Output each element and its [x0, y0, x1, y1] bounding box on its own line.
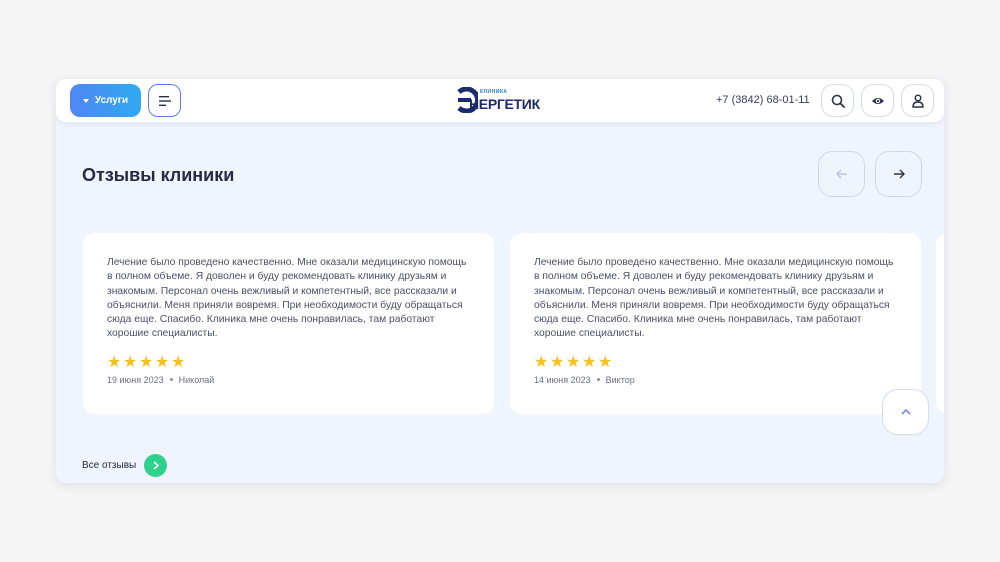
all-reviews-label: Все отзывы	[82, 460, 137, 471]
star-icon: ★	[123, 353, 138, 371]
star-icon: ★	[566, 353, 581, 371]
services-button[interactable]: Услуги	[70, 84, 141, 117]
review-date: 14 июня 2023	[534, 374, 591, 385]
header: Услуги КЛИНИКА НЕРГЕТИК +7 (3842) 68-01-…	[56, 79, 944, 122]
services-label: Услуги	[94, 95, 129, 106]
star-icon: ★	[582, 353, 597, 371]
star-icon: ★	[155, 353, 170, 371]
search-icon	[831, 94, 845, 108]
separator-dot	[169, 378, 173, 382]
rating-stars: ★ ★ ★ ★ ★	[107, 353, 470, 371]
review-meta: 19 июня 2023 Николай	[107, 375, 470, 385]
review-card: Лечение было проведено качественно. Мне …	[83, 233, 494, 414]
accessibility-button[interactable]	[861, 84, 894, 117]
review-card-partial	[936, 233, 944, 414]
logo-big-text: НЕРГЕТИК	[469, 96, 540, 112]
section-title: Отзывы клиники	[82, 165, 235, 185]
arrow-left-icon	[835, 169, 847, 179]
eye-icon	[871, 97, 884, 104]
menu-button[interactable]	[148, 84, 181, 117]
prev-slide-button[interactable]	[818, 151, 865, 197]
review-date: 19 июня 2023	[107, 374, 164, 385]
user-icon	[911, 94, 924, 108]
review-card: Лечение было проведено качественно. Мне …	[510, 233, 921, 414]
review-author: Николай	[178, 374, 215, 385]
star-icon: ★	[139, 353, 154, 371]
star-icon: ★	[534, 353, 549, 371]
profile-button[interactable]	[901, 84, 934, 117]
star-icon: ★	[550, 353, 565, 371]
arrow-right-icon	[893, 169, 905, 179]
next-slide-button[interactable]	[875, 151, 922, 197]
review-meta: 14 июня 2023 Виктор	[534, 375, 897, 385]
chevron-up-icon	[901, 409, 910, 415]
phone-number[interactable]: +7 (3842) 68-01-11	[716, 94, 810, 106]
scroll-to-top-button[interactable]	[882, 389, 929, 435]
all-reviews-link[interactable]: Все отзывы	[82, 454, 168, 477]
star-icon: ★	[171, 353, 186, 371]
caret-down-icon	[82, 98, 89, 103]
chevron-right-icon	[153, 461, 159, 470]
star-icon: ★	[107, 353, 122, 371]
review-author: Виктор	[605, 374, 635, 385]
search-button[interactable]	[821, 84, 854, 117]
review-text: Лечение было проведено качественно. Мне …	[107, 257, 467, 340]
star-icon: ★	[598, 353, 613, 371]
go-button[interactable]	[144, 454, 168, 477]
rating-stars: ★ ★ ★ ★ ★	[534, 353, 897, 371]
separator-dot	[596, 378, 600, 382]
logo-small-text: КЛИНИКА	[480, 89, 508, 95]
app-window: Услуги КЛИНИКА НЕРГЕТИК +7 (3842) 68-01-…	[56, 79, 944, 483]
logo[interactable]: КЛИНИКА НЕРГЕТИК	[454, 86, 550, 114]
menu-icon	[158, 95, 171, 106]
review-text: Лечение было проведено качественно. Мне …	[534, 257, 894, 340]
